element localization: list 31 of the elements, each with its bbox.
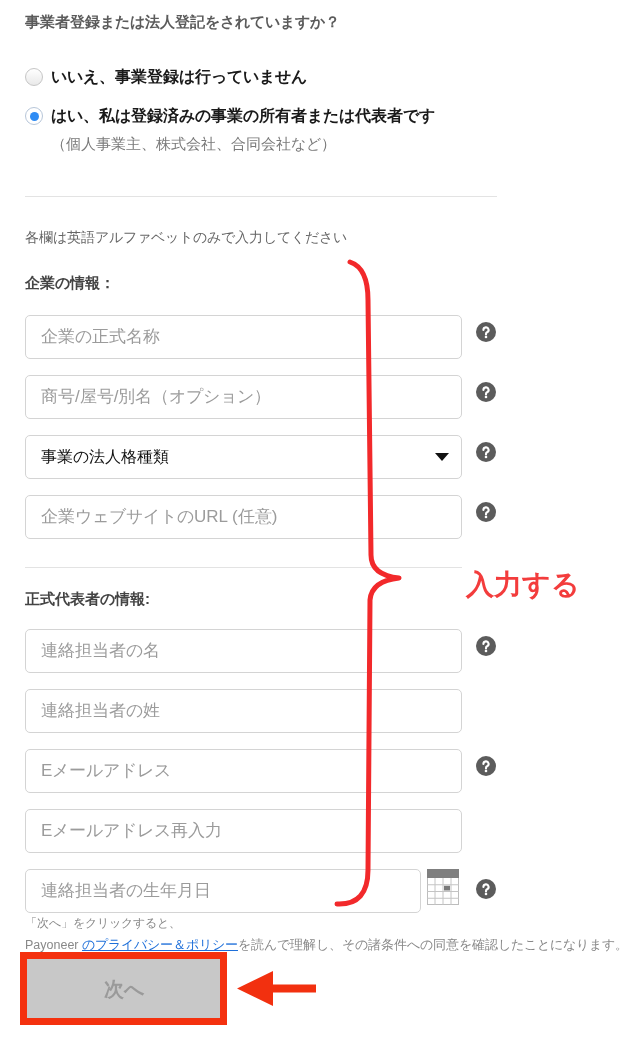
annotation-label: 入力する bbox=[466, 571, 580, 599]
help-icon[interactable] bbox=[476, 879, 496, 899]
help-icon[interactable] bbox=[476, 756, 496, 776]
privacy-policy-link[interactable]: のプライバシー＆ポリシー bbox=[82, 938, 238, 952]
instruction-text: 各欄は英語アルファベットのみで入力してください bbox=[25, 228, 348, 247]
text-field[interactable]: 連絡担当者の姓 bbox=[25, 689, 462, 733]
calendar-icon[interactable] bbox=[427, 869, 459, 905]
text-field[interactable]: 企業の正式名称 bbox=[25, 315, 462, 359]
help-icon[interactable] bbox=[476, 636, 496, 656]
text-field[interactable]: 連絡担当者の名 bbox=[25, 629, 462, 673]
question-text: 事業者登録または法人登記をされていますか？ bbox=[25, 13, 341, 32]
help-icon[interactable] bbox=[476, 442, 496, 462]
section-heading: 企業の情報： bbox=[25, 273, 116, 293]
text-field[interactable]: 商号/屋号/別名（オプション） bbox=[25, 375, 462, 419]
caret-icon bbox=[435, 453, 449, 461]
radio-button[interactable] bbox=[25, 68, 43, 86]
text-field[interactable]: 企業ウェブサイトのURL (任意) bbox=[25, 495, 462, 539]
consent-text: Payoneer のプライバシー＆ポリシーを読んで理解し、その諸条件への同意を確認したことになります。 bbox=[25, 938, 629, 952]
date-field[interactable]: 連絡担当者の生年月日 bbox=[25, 869, 421, 913]
text-field[interactable]: Eメールアドレス bbox=[25, 749, 462, 793]
help-icon[interactable] bbox=[476, 382, 496, 402]
help-icon[interactable] bbox=[476, 502, 496, 522]
radio-label[interactable]: いいえ、事業登録は行っていません bbox=[51, 65, 307, 89]
help-icon[interactable] bbox=[476, 322, 496, 342]
section-heading: 正式代表者の情報: bbox=[25, 589, 151, 609]
text-field[interactable]: Eメールアドレス再入力 bbox=[25, 809, 462, 853]
dropdown-field[interactable]: 事業の法人格種類 bbox=[25, 435, 462, 479]
option-note: （個人事業主、株式会社、合同会社など） bbox=[50, 135, 337, 154]
radio-button[interactable] bbox=[25, 107, 43, 125]
radio-label[interactable]: はい、私は登録済みの事業の所有者または代表者です bbox=[51, 104, 435, 128]
consent-text: 「次へ」をクリックすると、 bbox=[25, 915, 182, 931]
